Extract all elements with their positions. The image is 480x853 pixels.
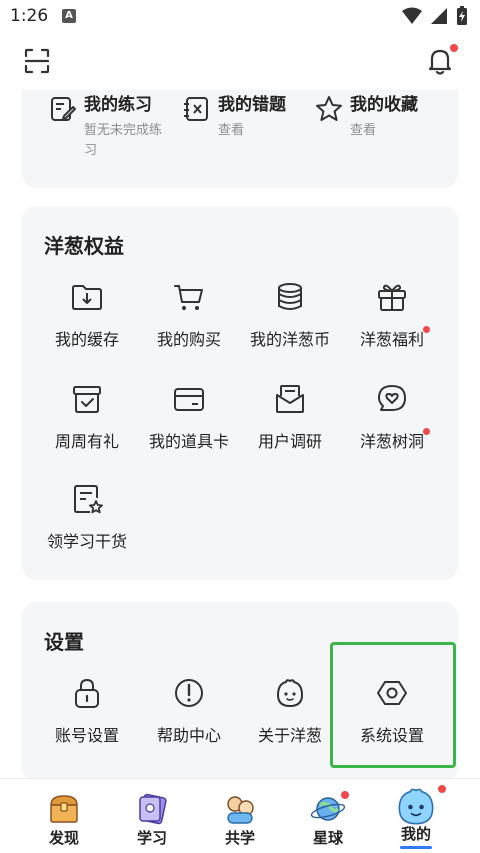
grid-item-help-center[interactable]: 帮助中心 — [139, 676, 239, 746]
grid-label-prop-cards: 我的道具卡 — [148, 432, 229, 451]
coins-icon — [278, 283, 302, 310]
status-bar: 1:26 A — [0, 0, 480, 34]
my-favorites-title: 我的收藏 — [350, 95, 418, 115]
tab-label-planet: 星球 — [312, 829, 343, 847]
friends-icon — [227, 796, 254, 824]
rights-card: 洋葱权益 我的缓存 我的购买 我的洋葱币 洋葱福利 周周有礼 我的道具卡 用户调… — [22, 206, 458, 580]
rights-section-title: 洋葱权益 — [44, 234, 124, 258]
tab-label-discover: 发现 — [48, 829, 79, 847]
system-settings-highlight — [330, 642, 456, 768]
grid-item-weekly-gift[interactable]: 周周有礼 — [37, 382, 137, 452]
bell-icon[interactable] — [426, 46, 454, 76]
edit-document-icon — [51, 97, 76, 121]
onion-face-icon — [277, 679, 303, 707]
top-bar — [0, 34, 480, 90]
my-mistakes-subtitle: 查看 — [218, 123, 245, 138]
wifi-icon — [402, 7, 422, 24]
shopping-cart-icon — [174, 285, 203, 310]
treasure-chest-icon — [50, 795, 78, 823]
grid-label-survey: 用户调研 — [257, 432, 322, 451]
status-time: 1:26 — [10, 6, 49, 26]
bottom-tab-bar: 发现 学习 共学 星球 我的 — [0, 778, 480, 853]
notification-icon: A — [62, 9, 76, 23]
my-practice-title: 我的练习 — [84, 95, 152, 115]
gift-icon — [378, 284, 406, 311]
grid-item-welfare[interactable]: 洋葱福利 — [342, 280, 442, 350]
download-folder-icon — [72, 285, 102, 310]
star-document-icon — [74, 485, 103, 514]
grid-label-coins: 我的洋葱币 — [249, 330, 330, 349]
active-tab-indicator — [400, 846, 432, 849]
grid-item-purchases[interactable]: 我的购买 — [139, 280, 239, 350]
grid-label-account-settings: 账号设置 — [54, 726, 119, 745]
tab-label-mine: 我的 — [400, 825, 431, 843]
grid-label-study-goods: 领学习干货 — [46, 532, 127, 551]
planet-badge — [341, 791, 349, 799]
grid-item-survey[interactable]: 用户调研 — [240, 382, 340, 452]
battery-icon — [457, 6, 467, 25]
card-icon — [174, 388, 204, 411]
grid-item-account-settings[interactable]: 账号设置 — [37, 676, 137, 746]
grid-item-prop-cards[interactable]: 我的道具卡 — [139, 382, 239, 452]
quick-access-card: 我的练习 暂无未完成练 习 我的错题 查看 我的收藏 查看 — [22, 90, 458, 188]
grid-item-cache[interactable]: 我的缓存 — [37, 280, 137, 350]
signal-icon — [431, 8, 447, 24]
survey-icon — [276, 385, 304, 413]
grid-label-about: 关于洋葱 — [257, 726, 322, 745]
settings-section-title: 设置 — [44, 630, 84, 654]
tab-label-study: 学习 — [136, 829, 167, 847]
my-practice-subtitle: 暂无未完成练 习 — [84, 123, 163, 158]
tab-planet[interactable]: 星球 — [288, 779, 368, 848]
grid-label-help-center: 帮助中心 — [156, 726, 221, 745]
gift-box-icon — [73, 386, 101, 413]
my-favorites-subtitle: 查看 — [350, 123, 377, 138]
grid-item-tree-hole[interactable]: 洋葱树洞 — [342, 382, 442, 452]
tab-study[interactable]: 学习 — [112, 779, 192, 848]
grid-label-purchases: 我的购买 — [156, 330, 221, 349]
my-practice-item[interactable]: 我的练习 暂无未完成练 习 — [48, 90, 174, 161]
tab-co-study[interactable]: 共学 — [200, 779, 280, 848]
help-icon — [175, 679, 203, 707]
tab-discover[interactable]: 发现 — [24, 779, 104, 848]
grid-label-weekly-gift: 周周有礼 — [54, 432, 119, 451]
tab-label-co-study: 共学 — [224, 829, 255, 847]
welfare-badge — [423, 326, 430, 333]
mistakes-book-icon — [184, 97, 208, 121]
grid-item-study-goods[interactable]: 领学习干货 — [37, 482, 137, 552]
onion-mascot-icon — [398, 788, 434, 825]
heart-bubble-icon — [378, 385, 406, 411]
tree-hole-badge — [423, 428, 430, 435]
status-icons — [402, 6, 468, 26]
bell-badge — [450, 44, 458, 52]
my-mistakes-item[interactable]: 我的错题 查看 — [182, 90, 286, 141]
my-mistakes-title: 我的错题 — [218, 95, 286, 115]
star-icon — [316, 96, 342, 121]
book-icon — [139, 793, 167, 825]
tab-mine[interactable]: 我的 — [376, 779, 456, 849]
mine-badge — [438, 785, 446, 793]
lock-icon — [75, 678, 99, 708]
my-favorites-item[interactable]: 我的收藏 查看 — [314, 90, 418, 141]
grid-item-about[interactable]: 关于洋葱 — [240, 676, 340, 746]
scan-icon[interactable] — [24, 48, 50, 74]
grid-label-cache: 我的缓存 — [54, 330, 119, 349]
grid-item-coins[interactable]: 我的洋葱币 — [240, 280, 340, 350]
